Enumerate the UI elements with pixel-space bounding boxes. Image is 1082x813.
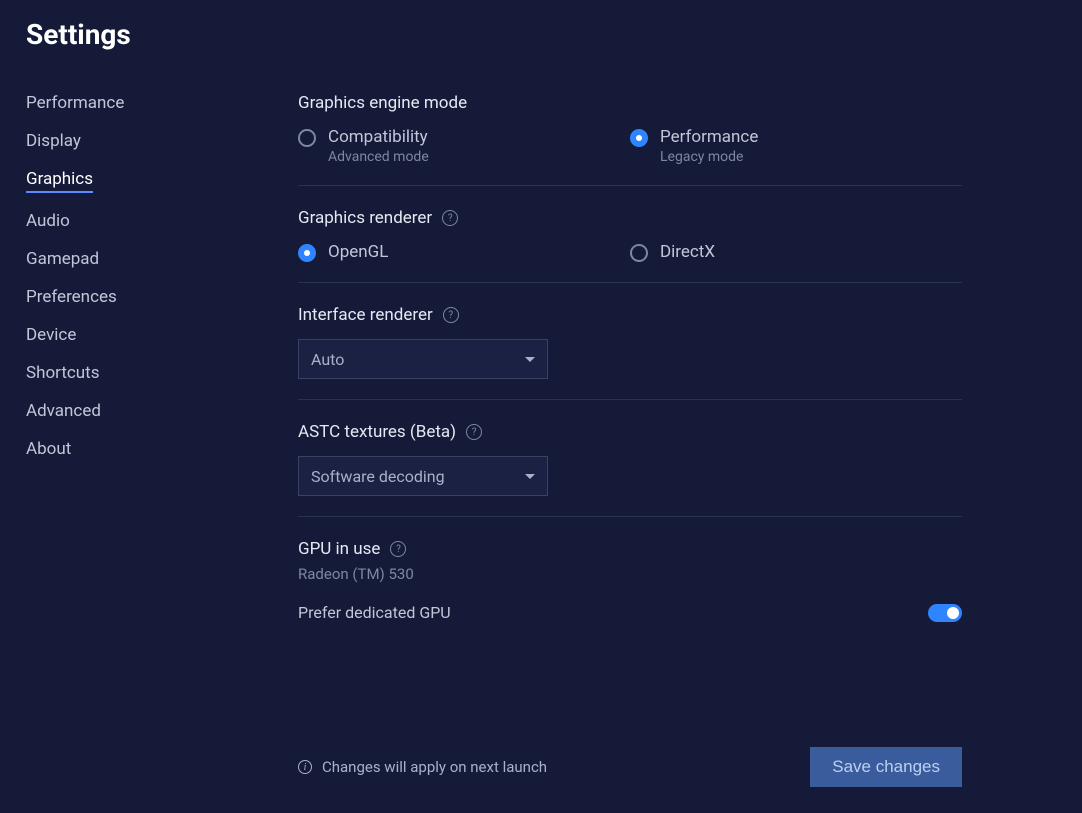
info-icon bbox=[298, 760, 312, 774]
prefer-gpu-toggle[interactable] bbox=[928, 604, 962, 622]
radio-circle-icon bbox=[298, 244, 316, 262]
section-graphics-renderer: Graphics renderer OpenGL DirectX bbox=[298, 208, 962, 283]
sidebar-item-about[interactable]: About bbox=[26, 439, 260, 459]
sidebar: Performance Display Graphics Audio Gamep… bbox=[0, 93, 260, 813]
sidebar-item-display[interactable]: Display bbox=[26, 131, 260, 151]
footer-note-text: Changes will apply on next launch bbox=[322, 758, 547, 776]
footer: Changes will apply on next launch Save c… bbox=[298, 747, 962, 813]
sidebar-item-gamepad[interactable]: Gamepad bbox=[26, 249, 260, 269]
astc-title: ASTC textures (Beta) bbox=[298, 422, 456, 442]
sidebar-item-audio[interactable]: Audio bbox=[26, 211, 260, 231]
gpu-value: Radeon (TM) 530 bbox=[298, 565, 962, 583]
section-interface-renderer: Interface renderer Auto bbox=[298, 305, 962, 400]
radio-label: OpenGL bbox=[328, 242, 388, 262]
chevron-down-icon bbox=[525, 474, 535, 479]
content-area: Graphics engine mode Compatibility Advan… bbox=[260, 93, 1082, 813]
radio-opengl[interactable]: OpenGL bbox=[298, 242, 630, 262]
radio-directx[interactable]: DirectX bbox=[630, 242, 962, 262]
radio-circle-icon bbox=[630, 244, 648, 262]
radio-circle-icon bbox=[298, 129, 316, 147]
chevron-down-icon bbox=[525, 357, 535, 362]
help-icon[interactable] bbox=[442, 210, 458, 226]
radio-sublabel: Advanced mode bbox=[328, 149, 429, 165]
radio-performance[interactable]: Performance Legacy mode bbox=[630, 127, 962, 165]
sidebar-item-advanced[interactable]: Advanced bbox=[26, 401, 260, 421]
astc-dropdown[interactable]: Software decoding bbox=[298, 456, 548, 496]
help-icon[interactable] bbox=[390, 541, 406, 557]
interface-renderer-title: Interface renderer bbox=[298, 305, 433, 325]
section-astc: ASTC textures (Beta) Software decoding bbox=[298, 422, 962, 517]
page-title: Settings bbox=[0, 0, 1082, 51]
graphics-renderer-title: Graphics renderer bbox=[298, 208, 432, 228]
engine-mode-title: Graphics engine mode bbox=[298, 93, 962, 113]
prefer-gpu-label: Prefer dedicated GPU bbox=[298, 603, 451, 622]
radio-label: DirectX bbox=[660, 242, 715, 262]
sidebar-item-device[interactable]: Device bbox=[26, 325, 260, 345]
radio-compatibility[interactable]: Compatibility Advanced mode bbox=[298, 127, 630, 165]
interface-renderer-dropdown[interactable]: Auto bbox=[298, 339, 548, 379]
radio-sublabel: Legacy mode bbox=[660, 149, 758, 165]
dropdown-value: Auto bbox=[311, 350, 344, 369]
radio-label: Compatibility bbox=[328, 127, 429, 147]
sidebar-item-performance[interactable]: Performance bbox=[26, 93, 260, 113]
save-button[interactable]: Save changes bbox=[810, 747, 962, 787]
section-gpu: GPU in use Radeon (TM) 530 Prefer dedica… bbox=[298, 539, 962, 642]
sidebar-item-graphics[interactable]: Graphics bbox=[26, 169, 93, 193]
section-engine-mode: Graphics engine mode Compatibility Advan… bbox=[298, 93, 962, 186]
radio-label: Performance bbox=[660, 127, 758, 147]
help-icon[interactable] bbox=[466, 424, 482, 440]
radio-circle-icon bbox=[630, 129, 648, 147]
dropdown-value: Software decoding bbox=[311, 467, 445, 486]
sidebar-item-preferences[interactable]: Preferences bbox=[26, 287, 260, 307]
gpu-title: GPU in use bbox=[298, 539, 380, 559]
sidebar-item-shortcuts[interactable]: Shortcuts bbox=[26, 363, 260, 383]
help-icon[interactable] bbox=[443, 307, 459, 323]
